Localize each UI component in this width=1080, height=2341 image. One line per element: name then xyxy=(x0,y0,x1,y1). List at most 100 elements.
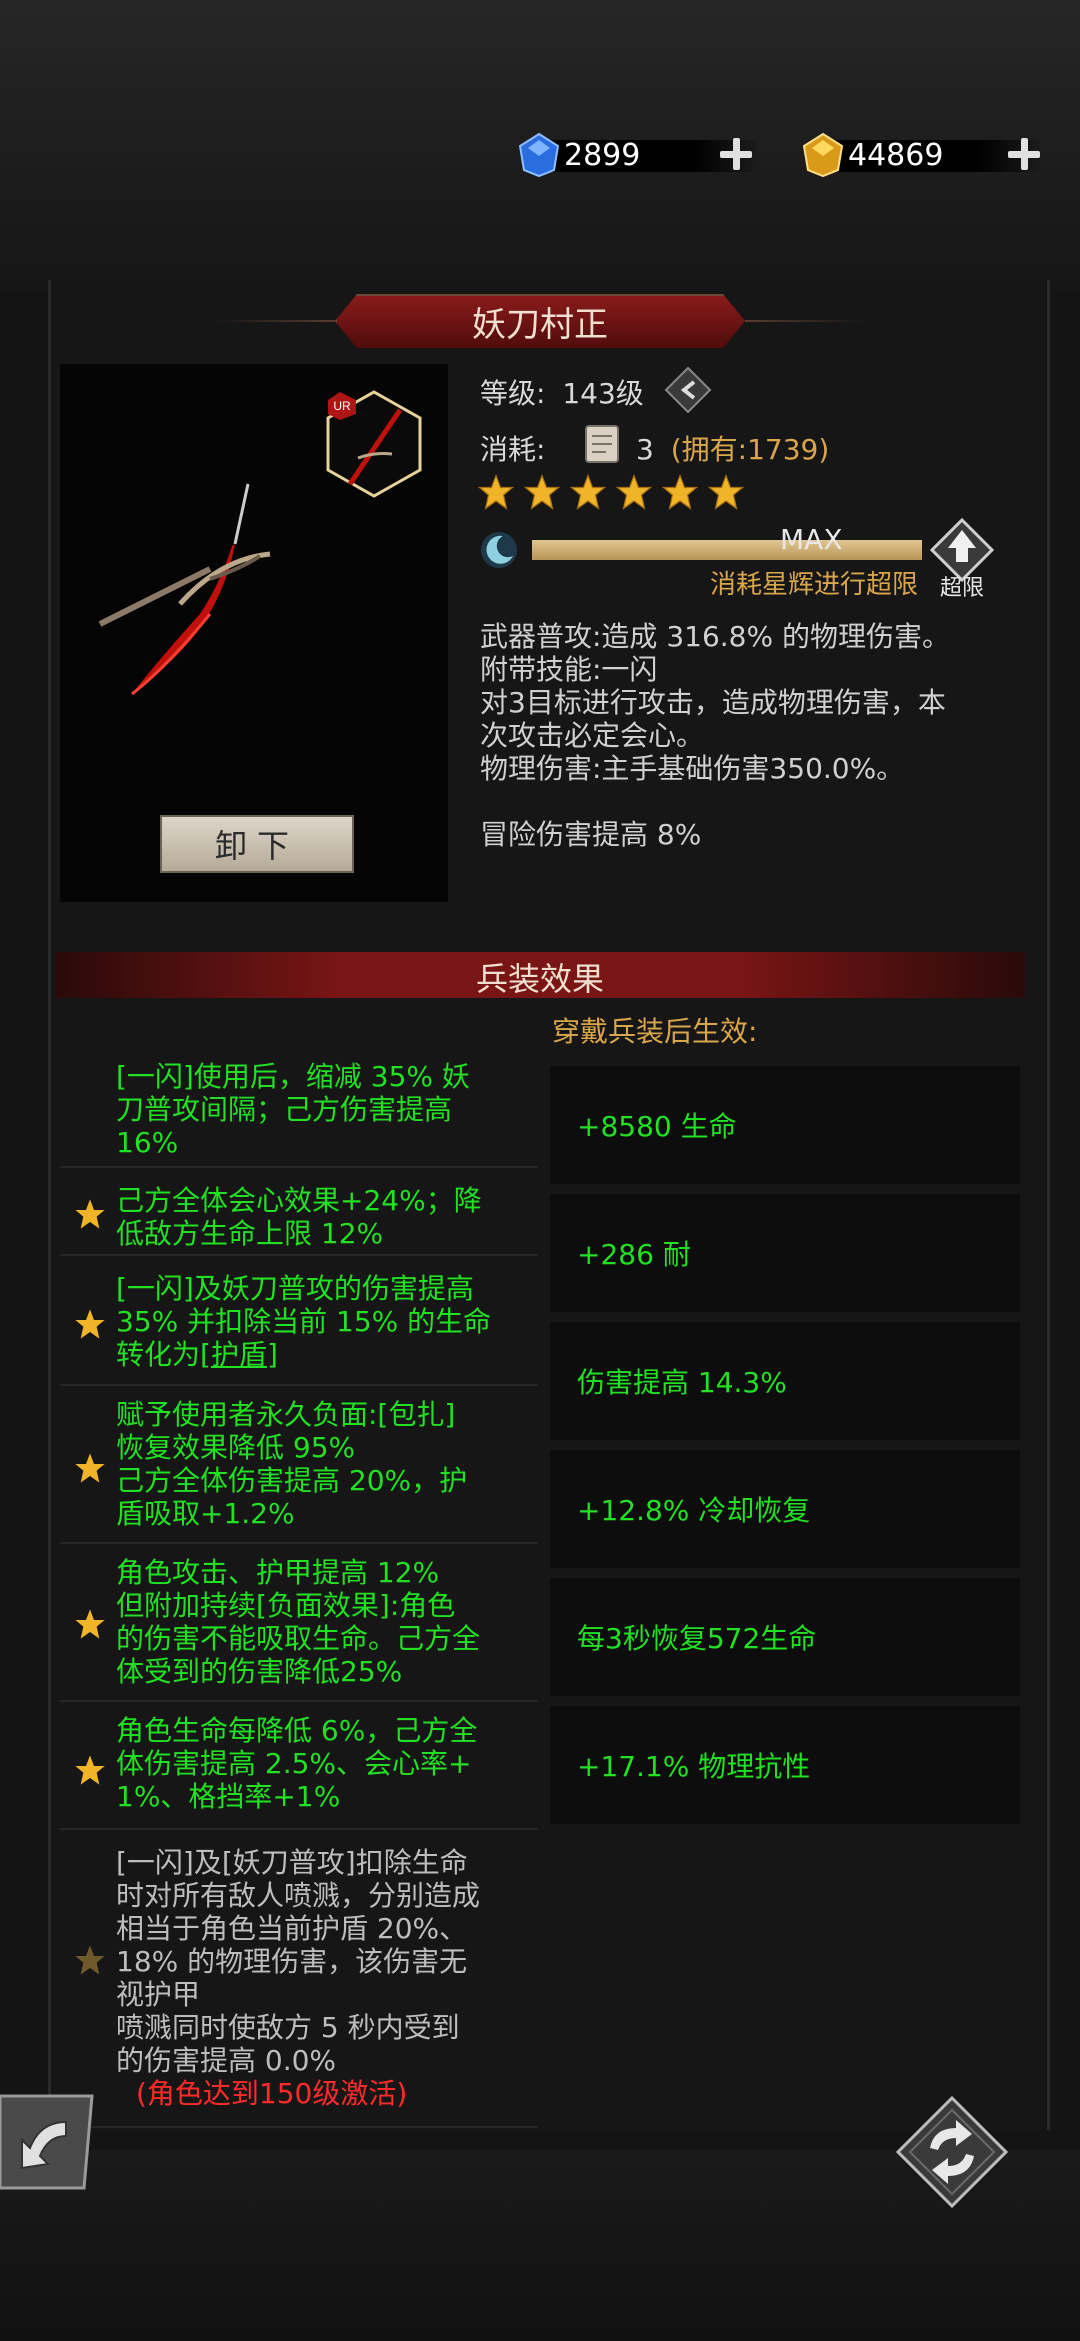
effect-line: 角色生命每降低 6%，己方全 xyxy=(116,1714,478,1747)
gold-amount: 44869 xyxy=(848,138,944,173)
effect-row: 赋予使用者永久负面:[包扎] 恢复效果降低 95% 己方全体伤害提高 20%，护… xyxy=(60,1386,538,1544)
desc-line: 对3目标进行攻击，造成物理伤害，本 xyxy=(480,686,946,719)
gem-amount: 2899 xyxy=(564,138,641,173)
level-label: 等级: xyxy=(480,377,546,410)
bonus-text: +286 耐 xyxy=(577,1238,691,1271)
effect-line: 相当于角色当前护盾 20%、 xyxy=(116,1912,468,1945)
back-button[interactable] xyxy=(0,2092,100,2192)
effect-line: 赋予使用者永久负面:[包扎] xyxy=(116,1398,456,1431)
effect-line: 己方全体会心效果+24%；降 xyxy=(116,1184,482,1217)
gem-currency: 2899 xyxy=(516,132,776,178)
bonus-text: 每3秒恢复572生命 xyxy=(577,1622,817,1655)
effect-line: 喷溅同时使敌方 5 秒内受到 xyxy=(116,2011,460,2044)
star-progress-bar xyxy=(532,540,922,560)
adventure-bonus: 冒险伤害提高 8% xyxy=(480,818,702,851)
desc-line: 武器普攻:造成 316.8% 的物理伤害。 xyxy=(480,620,950,653)
bonus-stat: 每3秒恢复572生命 xyxy=(550,1578,1020,1696)
scroll-icon xyxy=(585,425,619,463)
effect-line: 16% xyxy=(116,1126,179,1159)
unequip-button[interactable]: 卸下 xyxy=(160,815,354,873)
effect-row: 角色生命每降低 6%，己方全 体伤害提高 2.5%、会心率+ 1%、格挡率+1% xyxy=(60,1702,538,1830)
shield-link[interactable]: [护盾] xyxy=(200,1338,278,1371)
star-rating xyxy=(478,474,744,510)
effect-line: 角色攻击、护甲提高 12% xyxy=(116,1556,440,1589)
effect-text: 赋予使用者永久负面:[包扎] 恢复效果降低 95% 己方全体伤害提高 20%，护… xyxy=(116,1398,467,1530)
gold-gem-icon xyxy=(802,132,844,178)
max-label: MAX xyxy=(780,523,843,556)
effect-row: 角色攻击、护甲提高 12% 但附加持续[负面效果]:角色 的伤害不能吸取生命。己… xyxy=(60,1544,538,1702)
effect-line: 视护甲 xyxy=(116,1978,201,2011)
effect-line: 转化为[护盾] xyxy=(116,1338,491,1371)
effect-line: 低敌方生命上限 12% xyxy=(116,1217,384,1250)
desc-line: 次攻击必定会心。 xyxy=(480,719,705,752)
effect-row-locked: [一闪]及[妖刀普攻]扣除生命 时对所有敌人喷溅，分别造成 相当于角色当前护盾 … xyxy=(60,1830,538,2128)
star-icon xyxy=(75,1309,105,1339)
limit-label[interactable]: 超限 xyxy=(940,570,984,602)
cost-row: 消耗: xyxy=(480,428,545,468)
effect-text: 角色攻击、护甲提高 12% 但附加持续[负面效果]:角色 的伤害不能吸取生命。己… xyxy=(116,1556,480,1688)
star-icon xyxy=(75,1609,105,1639)
blue-gem-icon xyxy=(518,132,560,178)
star-icon xyxy=(524,474,560,510)
level-up-icon[interactable] xyxy=(664,366,712,414)
effects-subtitle: 穿戴兵装后生效: xyxy=(552,1015,758,1048)
star-icon xyxy=(616,474,652,510)
effect-line: [一闪]使用后，缩减 35% 妖 xyxy=(116,1060,470,1093)
cost-count: 3 xyxy=(636,433,654,466)
effect-text: [一闪]及[妖刀普攻]扣除生命 时对所有敌人喷溅，分别造成 相当于角色当前护盾 … xyxy=(116,1846,480,2110)
bonus-text: +8580 生命 xyxy=(577,1110,737,1143)
add-gold-button[interactable] xyxy=(1006,136,1042,172)
rarity-frame: UR xyxy=(320,388,428,500)
limit-hint: 消耗星辉进行超限 xyxy=(710,570,919,600)
effect-line: 35% 并扣除当前 15% 的生命 xyxy=(116,1305,492,1338)
star-icon xyxy=(708,474,744,510)
add-gems-button[interactable] xyxy=(718,136,754,172)
swap-button[interactable] xyxy=(896,2096,1008,2208)
effect-line: 的伤害提高 0.0% xyxy=(116,2044,337,2077)
weapon-description: 武器普攻:造成 316.8% 的物理伤害。 附带技能:一闪 对3目标进行攻击，造… xyxy=(480,620,950,785)
effect-line: 18% 的物理伤害，该伤害无 xyxy=(116,1945,468,1978)
effect-line: 恢复效果降低 95% xyxy=(116,1431,356,1464)
bonus-stat: 伤害提高 14.3% xyxy=(550,1322,1020,1440)
cost-label: 消耗: xyxy=(480,433,546,466)
effect-line: 1%、格挡率+1% xyxy=(116,1780,341,1813)
effect-line: 体受到的伤害降低25% xyxy=(116,1655,403,1688)
ur-rarity-icon: UR xyxy=(326,390,422,498)
effect-line: 时对所有敌人喷溅，分别造成 xyxy=(116,1879,481,1912)
effect-line: 体伤害提高 2.5%、会心率+ xyxy=(116,1747,472,1780)
bonus-stat: +8580 生命 xyxy=(550,1066,1020,1184)
weapon-name: 妖刀村正 xyxy=(472,305,608,345)
desc-line: 物理伤害:主手基础伤害350.0%。 xyxy=(480,752,905,785)
gold-currency: 44869 xyxy=(800,132,1060,178)
effects-title: 兵装效果 xyxy=(475,960,604,998)
effect-line-text: 转化为 xyxy=(116,1338,201,1371)
desc-line: 附带技能:一闪 xyxy=(480,653,658,686)
level-value: 143级 xyxy=(562,377,644,410)
effect-text: [一闪]及妖刀普攻的伤害提高 35% 并扣除当前 15% 的生命 转化为[护盾] xyxy=(116,1272,491,1371)
effect-text: 己方全体会心效果+24%；降 低敌方生命上限 12% xyxy=(116,1184,482,1250)
effect-text: [一闪]使用后，缩减 35% 妖 刀普攻间隔；己方伤害提高 16% xyxy=(116,1060,470,1159)
bonus-stat: +286 耐 xyxy=(550,1194,1020,1312)
bonus-text: +17.1% 物理抗性 xyxy=(577,1750,811,1783)
cost-amount-row: 3 (拥有:1739) xyxy=(636,428,829,468)
effect-line: [一闪]及妖刀普攻的伤害提高 xyxy=(116,1272,474,1305)
effect-row: [一闪]及妖刀普攻的伤害提高 35% 并扣除当前 15% 的生命 转化为[护盾] xyxy=(60,1256,538,1386)
effect-line: [一闪]及[妖刀普攻]扣除生命 xyxy=(116,1846,468,1879)
effect-row: [一闪]使用后，缩减 35% 妖 刀普攻间隔；己方伤害提高 16% xyxy=(60,1058,538,1168)
title-divider-left xyxy=(215,320,335,322)
star-icon xyxy=(478,474,514,510)
effect-text: 角色生命每降低 6%，己方全 体伤害提高 2.5%、会心率+ 1%、格挡率+1% xyxy=(116,1714,477,1813)
bonus-stat: +17.1% 物理抗性 xyxy=(550,1706,1020,1824)
star-icon xyxy=(75,1199,105,1229)
effect-line: 刀普攻间隔；己方伤害提高 xyxy=(116,1093,453,1126)
bonus-text: +12.8% 冷却恢复 xyxy=(577,1494,811,1527)
star-icon xyxy=(75,1945,105,1975)
activation-requirement: (角色达到150级激活) xyxy=(136,2077,408,2110)
star-icon xyxy=(75,1453,105,1483)
effect-row: 己方全体会心效果+24%；降 低敌方生命上限 12% xyxy=(60,1168,538,1256)
bonus-stat: +12.8% 冷却恢复 xyxy=(550,1450,1020,1568)
effect-line: 己方全体伤害提高 20%，护 xyxy=(116,1464,468,1497)
effect-line: 的伤害不能吸取生命。己方全 xyxy=(116,1622,481,1655)
star-icon xyxy=(662,474,698,510)
bonus-text: 伤害提高 14.3% xyxy=(577,1366,787,1399)
